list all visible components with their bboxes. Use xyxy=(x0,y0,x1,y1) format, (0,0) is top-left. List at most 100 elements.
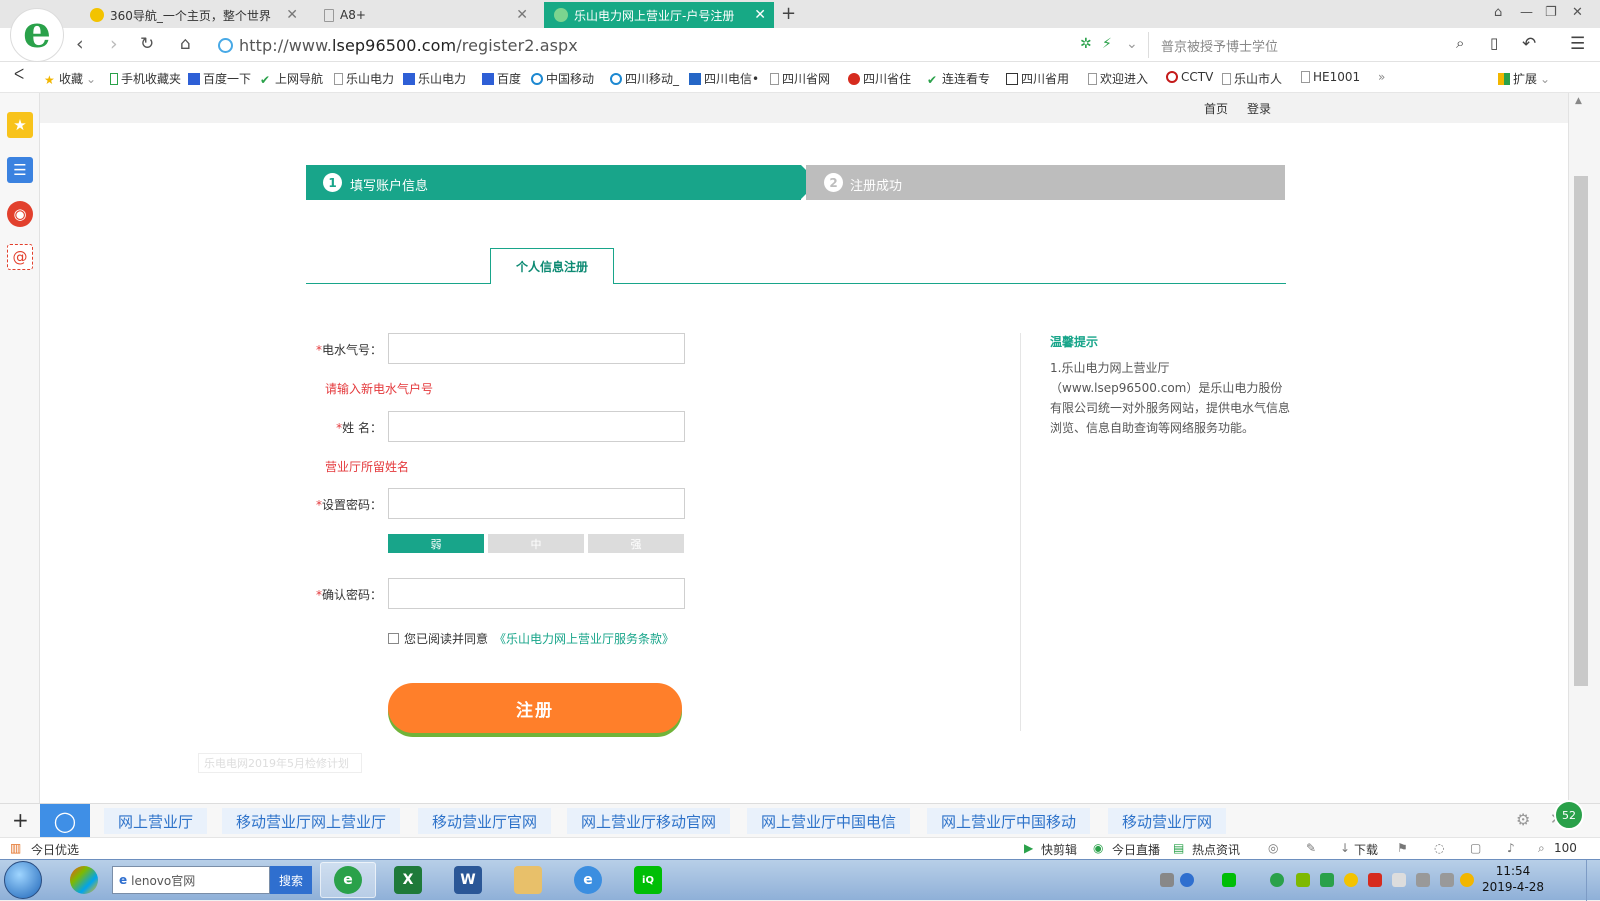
taskbar-explorer[interactable] xyxy=(500,862,556,898)
undo-icon[interactable]: ↶ xyxy=(1522,34,1536,54)
taskbar-excel[interactable]: X xyxy=(380,862,436,898)
antivirus-icon[interactable] xyxy=(1368,873,1382,887)
bookmark-item[interactable]: ★ 收藏 ⌄ xyxy=(44,70,96,87)
password-input[interactable] xyxy=(388,488,685,519)
taskbar-360-browser[interactable]: e xyxy=(320,862,376,898)
clock[interactable]: 11:54 2019-4-28 xyxy=(1478,863,1548,895)
taskbar-search-button[interactable]: 搜索 xyxy=(270,866,312,894)
suggestion-chip[interactable]: 移动营业厅官网 xyxy=(418,808,552,834)
clean-icon[interactable]: ◌ xyxy=(1434,841,1444,855)
suggestion-chip[interactable]: 网上营业厅移动官网 xyxy=(567,808,731,834)
help-icon[interactable] xyxy=(1180,873,1194,887)
bookmark-item[interactable]: 乐山电力 xyxy=(403,70,466,87)
suggestion-chip[interactable]: 网上营业厅中国移动 xyxy=(927,808,1091,834)
bookmark-item[interactable]: 乐山电力 xyxy=(334,70,394,87)
taskbar-ie[interactable]: e xyxy=(560,862,616,898)
tray-icon[interactable] xyxy=(1296,873,1310,887)
settings-gear-icon[interactable]: ⚙ xyxy=(1516,810,1530,829)
network-icon[interactable] xyxy=(1416,873,1430,887)
chevron-down-icon[interactable]: ⌄ xyxy=(1126,36,1138,52)
forward-button[interactable]: › xyxy=(110,33,118,55)
hot-news-link[interactable]: 热点资讯 xyxy=(1192,841,1240,858)
tab-360-nav[interactable]: 360导航_一个主页，整个世界 ✕ xyxy=(80,2,306,28)
browser-logo[interactable]: e xyxy=(10,8,64,62)
speed-icon[interactable]: ◎ xyxy=(1268,841,1278,855)
mail-icon[interactable]: @ xyxy=(7,244,33,270)
start-button[interactable] xyxy=(4,861,42,899)
scroll-thumb[interactable] xyxy=(1574,176,1588,686)
reader-icon[interactable]: ▯ xyxy=(1490,34,1498,52)
agree-checkbox[interactable] xyxy=(388,633,399,644)
refresh-button[interactable]: ↻ xyxy=(140,33,154,55)
taskbar-search-input[interactable]: e lenovo官网 xyxy=(112,866,270,894)
close-tab-icon[interactable]: ✕ xyxy=(516,7,528,23)
url-field[interactable]: http://www.lsep96500.com/register2.aspx xyxy=(218,31,1118,59)
shield-icon[interactable] xyxy=(1320,873,1334,887)
new-tab-button[interactable]: + xyxy=(781,3,796,24)
bookmark-item[interactable]: 百度一下 xyxy=(188,70,251,87)
pin-icon[interactable]: ✎ xyxy=(1306,841,1316,855)
close-window-button[interactable]: ✕ xyxy=(1572,5,1583,20)
bookmark-item[interactable]: ✔ 上网导航 xyxy=(260,70,323,87)
suggestion-chip[interactable]: 网上营业厅中国电信 xyxy=(747,808,911,834)
bookmark-item[interactable]: HE1001 xyxy=(1301,70,1360,84)
bookmark-item[interactable]: CCTV xyxy=(1166,70,1213,84)
bookmark-item[interactable]: ✔ 连连看专 xyxy=(927,70,990,87)
faded-notice-link[interactable]: 乐电电网2019年5月检修计划 xyxy=(198,753,362,773)
bookmark-item[interactable]: 四川电信• xyxy=(689,70,759,87)
live-link[interactable]: 今日直播 xyxy=(1112,841,1160,858)
sound-icon[interactable]: ♪ xyxy=(1507,841,1515,855)
name-input[interactable] xyxy=(388,411,685,442)
taskbar-word[interactable]: W xyxy=(440,862,496,898)
taskbar-iqiyi[interactable]: iQ xyxy=(620,862,676,898)
collapse-sidebar-icon[interactable]: ᐸ xyxy=(14,67,24,83)
bookmark-item[interactable]: 四川省用 xyxy=(1006,70,1069,87)
scrollbar[interactable]: ▲ xyxy=(1568,93,1600,803)
home-button[interactable]: ⌂ xyxy=(180,33,191,55)
compat-icon[interactable]: ✲ xyxy=(1080,36,1092,52)
search-icon[interactable]: ⌕ xyxy=(1456,34,1464,52)
bookmark-item[interactable]: 手机收藏夹 xyxy=(110,70,181,87)
extensions-button[interactable]: 扩展 ⌄ xyxy=(1498,70,1550,87)
close-tab-icon[interactable]: ✕ xyxy=(286,7,298,23)
wechat-icon[interactable] xyxy=(1270,873,1284,887)
quick-edit-link[interactable]: 快剪辑 xyxy=(1041,841,1077,858)
show-desktop-button[interactable] xyxy=(1586,860,1600,901)
suggestion-chip[interactable]: 移动营业厅网上营业厅 xyxy=(222,808,401,834)
flag-icon[interactable] xyxy=(1392,873,1406,887)
news-icon[interactable]: ☰ xyxy=(7,157,33,183)
bookmark-item[interactable]: 四川省网 xyxy=(770,70,830,87)
bookmark-item[interactable]: 乐山市人 xyxy=(1222,70,1282,87)
search-icon[interactable]: ◯ xyxy=(40,804,90,838)
daily-picks-link[interactable]: 今日优选 xyxy=(31,841,79,858)
account-number-input[interactable] xyxy=(388,333,685,364)
confirm-password-input[interactable] xyxy=(388,578,685,609)
scroll-up-icon[interactable]: ▲ xyxy=(1575,96,1582,106)
add-icon[interactable]: + xyxy=(12,808,29,832)
tab-register[interactable]: 乐山电力网上营业厅-户号注册 ✕ xyxy=(544,2,774,28)
volume-icon[interactable] xyxy=(1440,873,1454,887)
bookmark-item[interactable]: 四川移动_ xyxy=(610,70,679,87)
iqiyi-tray-icon[interactable] xyxy=(1222,873,1236,887)
qq-icon[interactable] xyxy=(1460,873,1474,887)
close-tab-icon[interactable]: ✕ xyxy=(754,7,766,23)
tab-a8[interactable]: A8+ ✕ xyxy=(314,2,536,28)
register-button[interactable]: 注册 xyxy=(388,683,682,733)
bookmark-item[interactable]: 百度 xyxy=(482,70,521,87)
bookmark-item[interactable]: 中国移动 xyxy=(531,70,594,87)
menu-icon[interactable]: ☰ xyxy=(1570,34,1585,54)
login-link[interactable]: 登录 xyxy=(1247,100,1271,117)
minimize-button[interactable]: — xyxy=(1520,5,1533,20)
flag-icon[interactable]: ⚑ xyxy=(1397,841,1408,855)
favorites-star-icon[interactable]: ★ xyxy=(7,112,33,138)
home-link[interactable]: 首页 xyxy=(1204,100,1228,117)
zoom-level[interactable]: 100 xyxy=(1554,841,1577,855)
lightning-icon[interactable]: ⚡ xyxy=(1102,36,1112,52)
maximize-button[interactable]: ❐ xyxy=(1545,5,1557,20)
bookmark-item[interactable]: 欢迎进入 xyxy=(1088,70,1148,87)
back-button[interactable]: ‹ xyxy=(76,33,84,55)
suggestion-chip[interactable]: 移动营业厅网 xyxy=(1108,808,1227,834)
window-icon[interactable]: ▢ xyxy=(1470,841,1481,855)
tab-personal-registration[interactable]: 个人信息注册 xyxy=(490,248,614,284)
suggestion-chip[interactable]: 网上营业厅 xyxy=(104,808,208,834)
